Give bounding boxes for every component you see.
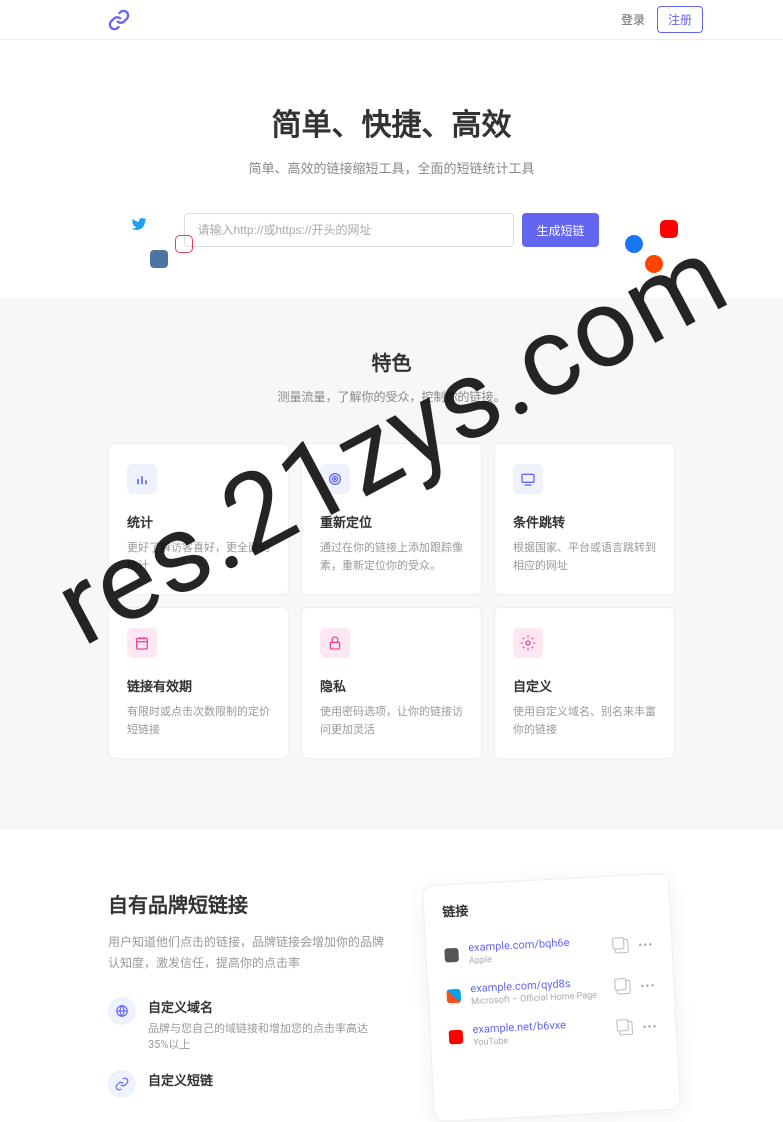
card-header: 链接 — [442, 891, 652, 921]
calendar-icon — [127, 628, 157, 658]
feature-card-privacy: 隐私 使用密码选项，让你的链接访问更加灵活 — [301, 607, 482, 759]
bf-title: 自定义域名 — [148, 997, 388, 1016]
youtube-icon — [660, 220, 678, 238]
copy-icon[interactable] — [618, 1021, 633, 1036]
bf-desc: 品牌与您自己的域链接和增加您的点击率高达35%以上 — [148, 1020, 388, 1052]
feature-title: 隐私 — [320, 676, 463, 695]
feature-card-retarget: 重新定位 通过在你的链接上添加跟踪像素，重新定位你的受众。 — [301, 443, 482, 595]
brand-feature-domain: 自定义域名 品牌与您自己的域链接和增加您的点击率高达35%以上 — [108, 997, 388, 1052]
bf-title: 自定义短链 — [148, 1070, 213, 1089]
copy-icon[interactable] — [616, 980, 631, 995]
globe-icon — [108, 997, 136, 1025]
instagram-icon — [175, 235, 193, 253]
feature-desc: 有限时或点击次数限制的定价短链接 — [127, 703, 270, 738]
feature-desc: 更好了解访客喜好，更全面的统计 — [127, 539, 270, 574]
features-subtitle: 测量流量，了解你的受众，控制你的链接。 — [108, 388, 675, 405]
more-icon[interactable]: ••• — [638, 937, 654, 952]
feature-title: 链接有效期 — [127, 676, 270, 695]
features-title: 特色 — [108, 347, 675, 376]
more-icon[interactable]: ••• — [640, 978, 656, 993]
apple-icon — [444, 948, 459, 963]
feature-desc: 通过在你的链接上添加跟踪像素，重新定位你的受众。 — [320, 539, 463, 574]
reddit-icon — [645, 255, 663, 273]
feature-title: 条件跳转 — [513, 512, 656, 531]
target-icon — [320, 464, 350, 494]
features-section: 特色 测量流量，了解你的受众，控制你的链接。 统计 更好了解访客喜好，更全面的统… — [0, 297, 783, 829]
screen-icon — [513, 464, 543, 494]
header: 登录 注册 — [0, 0, 783, 40]
login-link[interactable]: 登录 — [621, 11, 645, 28]
copy-icon[interactable] — [614, 939, 629, 954]
feature-card-expiry: 链接有效期 有限时或点击次数限制的定价短链接 — [108, 607, 289, 759]
brand-desc: 用户知道他们点击的链接，品牌链接会增加你的品牌认知度，激发信任，提高你的点击率 — [108, 932, 388, 973]
link-icon — [108, 1070, 136, 1098]
feature-title: 自定义 — [513, 676, 656, 695]
feature-card-conditional: 条件跳转 根据国家、平台或语言跳转到相应的网址 — [494, 443, 675, 595]
gear-icon — [513, 628, 543, 658]
brand-section: 自有品牌短链接 用户知道他们点击的链接，品牌链接会增加你的品牌认知度，激发信任，… — [0, 829, 783, 1116]
features-grid: 统计 更好了解访客喜好，更全面的统计 重新定位 通过在你的链接上添加跟踪像素，重… — [108, 443, 675, 759]
feature-desc: 使用自定义域名、别名来丰富你的链接 — [513, 703, 656, 738]
facebook-icon — [625, 235, 643, 253]
lock-icon — [320, 628, 350, 658]
feature-desc: 根据国家、平台或语言跳转到相应的网址 — [513, 539, 656, 574]
url-input[interactable] — [184, 213, 514, 247]
more-icon[interactable]: ••• — [642, 1019, 658, 1034]
feature-card-custom: 自定义 使用自定义域名、别名来丰富你的链接 — [494, 607, 675, 759]
youtube-icon — [449, 1030, 464, 1045]
links-preview-card: 链接 example.com/bqh6e Apple ••• example.c… — [422, 873, 681, 1122]
feature-desc: 使用密码选项，让你的链接访问更加灵活 — [320, 703, 463, 738]
brand-title: 自有品牌短链接 — [108, 889, 388, 918]
microsoft-icon — [446, 989, 461, 1004]
hero-title: 简单、快捷、高效 — [108, 100, 675, 144]
vk-icon — [150, 250, 168, 268]
signup-button[interactable]: 注册 — [657, 6, 703, 33]
feature-title: 统计 — [127, 512, 270, 531]
hero-section: 简单、快捷、高效 简单、高效的链接缩短工具，全面的短链统计工具 生成短链 — [0, 40, 783, 297]
feature-title: 重新定位 — [320, 512, 463, 531]
brand-feature-alias: 自定义短链 — [108, 1070, 388, 1098]
shorten-button[interactable]: 生成短链 — [522, 213, 598, 247]
logo-icon — [108, 9, 130, 31]
twitter-icon — [130, 215, 148, 233]
hero-subtitle: 简单、高效的链接缩短工具，全面的短链统计工具 — [108, 158, 675, 177]
chart-icon — [127, 464, 157, 494]
feature-card-stats: 统计 更好了解访客喜好，更全面的统计 — [108, 443, 289, 595]
